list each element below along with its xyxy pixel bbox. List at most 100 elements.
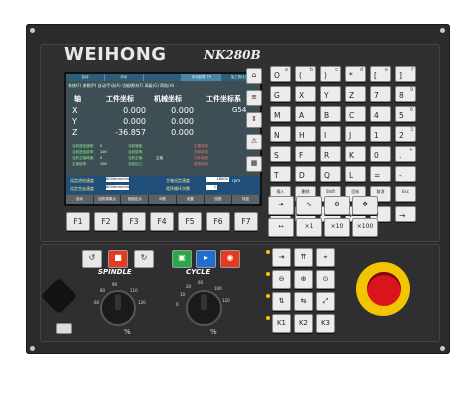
mode-key-program[interactable]: ≡ — [246, 90, 262, 106]
key[interactable]: → — [395, 206, 416, 222]
key[interactable]: S — [270, 146, 291, 162]
axis-y-name: Y — [72, 117, 77, 126]
mode-key-graph[interactable]: ▦ — [246, 156, 262, 172]
usb-port[interactable] — [56, 323, 72, 334]
key[interactable]: 56 — [395, 106, 416, 122]
key[interactable]: - — [395, 166, 416, 182]
f1-button[interactable]: F1 — [66, 212, 90, 231]
key-label: . — [399, 151, 402, 160]
key[interactable]: X — [295, 86, 316, 102]
softkey[interactable]: 回固定点 — [121, 195, 150, 204]
spindle-stop-button[interactable]: ■ — [108, 250, 128, 268]
feed-speed-input[interactable]: 6000mm/min — [106, 177, 130, 182]
loop-count-input[interactable]: 1 — [206, 185, 217, 190]
jog-key[interactable]: ⇅ — [272, 292, 291, 311]
key[interactable]: ] f — [395, 66, 416, 82]
f6-button[interactable]: F6 — [206, 212, 230, 231]
jog-key[interactable]: ⊙ — [316, 270, 335, 289]
jog-key[interactable]: ⤢ — [316, 292, 335, 311]
spindle-override-knob[interactable] — [100, 290, 136, 326]
tab-home[interactable]: 手动回零 F5 — [182, 74, 222, 81]
key[interactable]: Z — [345, 86, 366, 102]
key[interactable]: 4 — [370, 106, 391, 122]
cycle-pause-button[interactable]: ▸ — [196, 250, 216, 268]
feed-override-knob[interactable] — [186, 290, 222, 326]
key[interactable]: T — [270, 166, 291, 182]
key[interactable]: G — [270, 86, 291, 102]
key[interactable]: L — [345, 166, 366, 182]
tab-manual[interactable]: 手动 — [105, 74, 144, 81]
jog-key[interactable]: ⇥ — [272, 248, 291, 267]
idle-speed-input[interactable]: 6000mm/min — [106, 185, 130, 190]
f4-button[interactable]: F4 — [150, 212, 174, 231]
key[interactable]: I — [320, 126, 341, 142]
op-key-6[interactable]: ×1 — [296, 218, 322, 237]
tab-auto[interactable]: 自动 — [66, 74, 105, 81]
key[interactable]: ) c — [320, 66, 341, 82]
key[interactable]: . + — [395, 146, 416, 162]
f7-button[interactable]: F7 — [234, 212, 258, 231]
key[interactable]: 1 — [370, 126, 391, 142]
mode-key-home[interactable]: ⌂ — [246, 68, 262, 84]
op-key-7[interactable]: ×10 — [324, 218, 350, 237]
emergency-stop-button[interactable] — [367, 272, 401, 306]
softkey[interactable]: 中断 — [149, 195, 177, 204]
spindle-speed-input[interactable]: 18000 — [206, 177, 229, 182]
key[interactable]: J — [345, 126, 366, 142]
k3-button[interactable]: K3 — [316, 314, 335, 333]
key[interactable]: B — [320, 106, 341, 122]
cycle-start-button[interactable]: ▣ — [172, 250, 192, 268]
key[interactable]: * d — [345, 66, 366, 82]
softkey[interactable]: 自动 — [66, 195, 94, 204]
key[interactable]: 89 — [395, 86, 416, 102]
k2-button[interactable]: K2 — [294, 314, 313, 333]
key[interactable]: (b — [295, 66, 316, 82]
key[interactable]: Esc — [395, 186, 416, 202]
spindle-ccw-button[interactable]: ↺ — [82, 250, 102, 268]
key[interactable]: R — [320, 146, 341, 162]
key[interactable]: N — [270, 126, 291, 142]
home-icon: ⌂ — [251, 71, 257, 79]
cycle-stop-button[interactable]: ◉ — [220, 250, 240, 268]
spindle-cw-button[interactable]: ↻ — [134, 250, 154, 268]
softkey[interactable]: 设置 — [177, 195, 205, 204]
jog-key[interactable]: ⇈ — [294, 248, 313, 267]
tab-3[interactable] — [144, 74, 183, 81]
f3-button[interactable]: F3 — [122, 212, 146, 231]
jog-key[interactable]: ⊕ — [294, 270, 313, 289]
key[interactable]: 23 — [395, 126, 416, 142]
key[interactable]: Oa — [270, 66, 291, 82]
key[interactable]: C — [345, 106, 366, 122]
f5-button[interactable]: F5 — [178, 212, 202, 231]
mode-key-offset[interactable]: ⇕ — [246, 112, 262, 128]
softkey[interactable]: 回机械原点 — [94, 195, 122, 204]
jog-key[interactable]: ⊖ — [272, 270, 291, 289]
mode-key-alarm[interactable]: ⚠ — [246, 134, 262, 150]
key[interactable]: F — [295, 146, 316, 162]
op-key-1[interactable]: ⇥ — [268, 196, 294, 215]
key[interactable]: = — [370, 166, 391, 182]
key[interactable]: 7 — [370, 86, 391, 102]
op-key-5[interactable]: ↤ — [268, 218, 294, 237]
key[interactable]: A — [295, 106, 316, 122]
key[interactable]: K — [345, 146, 366, 162]
op-key-3[interactable]: ⚙ — [324, 196, 350, 215]
softkey[interactable]: 回退 — [205, 195, 233, 204]
jog-key[interactable]: ⌖ — [316, 248, 335, 267]
key[interactable]: H — [295, 126, 316, 142]
k1-button[interactable]: K1 — [272, 314, 291, 333]
op-key-4[interactable]: ✥ — [352, 196, 378, 215]
key[interactable]: [e — [370, 66, 391, 82]
jog-key[interactable]: ⇆ — [294, 292, 313, 311]
key[interactable]: D — [295, 166, 316, 182]
key[interactable]: Y — [320, 86, 341, 102]
op-key-8[interactable]: ×100 — [352, 218, 378, 237]
status-right: 冷却状态 — [194, 150, 208, 154]
key[interactable]: M — [270, 106, 291, 122]
key[interactable]: Q — [320, 166, 341, 182]
key[interactable]: 0 — [370, 146, 391, 162]
menu-bar[interactable]: 系统(F) 参数(P) 自动/手动(A) 功能模块(F) 高级(G) 帮助(H) — [68, 83, 174, 89]
f2-button[interactable]: F2 — [94, 212, 118, 231]
op-key-2[interactable]: ∿ — [296, 196, 322, 215]
softkey[interactable]: 恢复 — [232, 195, 261, 204]
